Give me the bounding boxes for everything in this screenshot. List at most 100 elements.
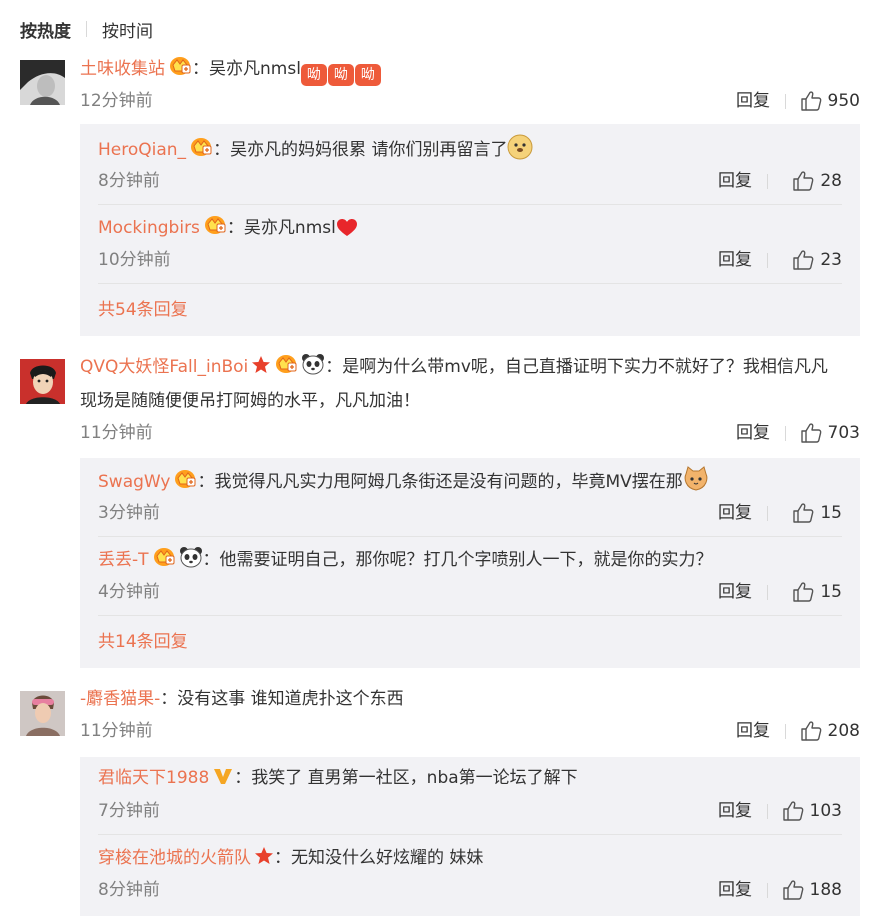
like-button[interactable]: 950 [800,86,860,116]
comment-meta: 11分钟前 回复 208 [80,716,860,746]
verified-v-icon [214,769,233,784]
meta-divider [785,94,786,109]
like-count: 103 [809,801,842,821]
username-link[interactable]: Mockingbirs [98,218,200,238]
thumb-up-icon [793,171,814,191]
timestamp: 10分钟前 [98,250,171,270]
reply-button[interactable]: 回复 [718,498,752,528]
like-button[interactable]: 28 [792,166,842,196]
reply-text: 无知没什么好炫耀的 妹妹 [291,848,484,868]
username-link[interactable]: 土味收集站 [80,59,165,79]
like-button[interactable]: 15 [792,577,842,607]
cat-emoji-icon [684,466,708,491]
vip-badge-icon [190,137,212,157]
comment-text: 现场是随随便便吊打阿姆的水平，凡凡加油！ [80,391,420,411]
timestamp: 12分钟前 [80,91,153,111]
thumb-up-icon [782,880,803,900]
timestamp: 8分钟前 [98,171,160,191]
reply-text-line: 丢丢-T ：他需要证明自己，那你呢？打几个字喷别人一下，就是你的实力？ [98,545,842,575]
thumb-up-icon [793,250,814,270]
reply-text: 吴亦凡的妈妈很累 请你们别再留言了 [230,140,508,160]
reply-button[interactable]: 回复 [736,716,770,746]
vip-badge-icon [204,215,226,235]
like-button[interactable]: 15 [792,498,842,528]
reply-meta: 10分钟前 回复 23 [98,245,842,275]
reply-text: 我笑了 直男第一社区，nba第一论坛了解下 [251,768,578,788]
colon: ： [213,140,231,160]
username-link[interactable]: SwagWy [98,472,170,492]
like-button[interactable]: 23 [792,245,842,275]
thumb-up-icon [793,582,814,602]
meta-divider [767,585,768,600]
like-count: 15 [820,503,842,523]
you-sticker-icon: 呦呦呦 [300,64,381,86]
reply-box: SwagWy ：我觉得凡凡实力甩阿姆几条街还是没有问题的，毕竟MV摆在那 3分钟前… [80,458,860,668]
timestamp: 11分钟前 [80,721,153,741]
username-link[interactable]: 穿梭在池城的火箭队 [98,848,251,868]
like-count: 28 [820,171,842,191]
colon: ： [325,357,343,377]
comment-meta: 12分钟前 回复 950 [80,86,860,116]
reply-button[interactable]: 回复 [736,418,770,448]
reply-meta: 8分钟前 回复 188 [98,875,842,905]
reply-divider [98,536,842,537]
like-count: 23 [820,250,842,270]
username-link[interactable]: HeroQian_ [98,140,186,160]
timestamp: 11分钟前 [80,423,153,443]
reply-text-line: Mockingbirs ：吴亦凡nmsl [98,213,842,243]
avatar[interactable] [20,359,65,404]
star-badge-icon [252,356,271,373]
thumb-up-icon [800,721,821,741]
comment-text: 没有这事 谁知道虎扑这个东西 [177,689,404,709]
sort-by-hot[interactable]: 按热度 [20,17,71,42]
reply-button[interactable]: 回复 [718,577,752,607]
sort-divider [86,21,87,37]
vip-badge-icon [174,469,197,489]
reply-divider [98,615,842,616]
view-more-replies-link[interactable]: 共54条回复 [98,295,188,325]
star-badge-icon [255,847,273,864]
reply-meta: 3分钟前 回复 15 [98,498,842,528]
comment-text-line: 土味收集站 ：吴亦凡nmsl 呦呦呦 [80,54,860,86]
like-button[interactable]: 703 [800,418,860,448]
reply-text-line: HeroQian_ ：吴亦凡的妈妈很累 请你们别再留言了 [98,134,842,165]
panda-icon [179,547,202,568]
thumb-up-icon [800,91,821,111]
meta-divider [785,724,786,739]
reply-divider [98,834,842,835]
reply-button[interactable]: 回复 [718,875,752,905]
like-button[interactable]: 208 [800,716,860,746]
timestamp: 4分钟前 [98,582,160,602]
thumb-up-icon [782,801,803,821]
like-button[interactable]: 103 [782,796,842,826]
reply-text-line: 君临天下1988 ：我笑了 直男第一社区，nba第一论坛了解下 [98,763,842,793]
username-link[interactable]: 君临天下1988 [98,768,209,788]
sort-by-time[interactable]: 按时间 [102,17,153,42]
like-count: 703 [827,423,860,443]
reply-divider [98,204,842,205]
vip-badge-icon [152,547,175,567]
view-more-replies-link[interactable]: 共14条回复 [98,627,188,657]
username-link[interactable]: -麝香猫果- [80,689,160,709]
comment-text: 是啊为什么带mv呢，自己直播证明下实力不就好了？我相信凡凡 [342,357,828,377]
comment-text-line: QVQ大妖怪Fall_inBoi ：是啊为什么带mv呢，自己直播证明下实力不就好了… [80,352,860,383]
vip-badge-icon [169,56,191,76]
reply-box: 君临天下1988 ：我笑了 直男第一社区，nba第一论坛了解下 7分钟前 回复 1… [80,757,860,916]
avatar[interactable] [20,60,65,105]
reply-button[interactable]: 回复 [718,166,752,196]
timestamp: 8分钟前 [98,880,160,900]
like-count: 188 [809,880,842,900]
colon: ： [192,59,209,79]
meta-divider [785,426,786,441]
colon: ： [226,218,244,238]
reply-text: 我觉得凡凡实力甩阿姆几条街还是没有问题的，毕竟MV摆在那 [214,472,683,492]
reply-button[interactable]: 回复 [736,86,770,116]
reply-button[interactable]: 回复 [718,796,752,826]
timestamp: 7分钟前 [98,801,160,821]
username-link[interactable]: QVQ大妖怪Fall_inBoi [80,357,248,377]
doge-emoji-icon [507,134,533,160]
username-link[interactable]: 丢丢-T [98,550,149,570]
like-button[interactable]: 188 [782,875,842,905]
reply-button[interactable]: 回复 [718,245,752,275]
avatar[interactable] [20,691,65,736]
